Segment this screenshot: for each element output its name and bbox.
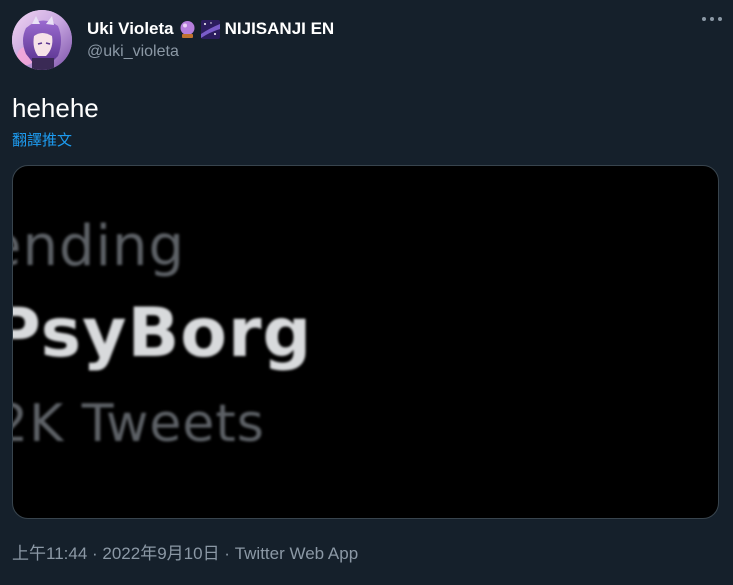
translate-tweet-link[interactable]: 翻譯推文 (12, 131, 72, 150)
author-handle[interactable]: @uki_violeta (87, 41, 334, 62)
tweet-time[interactable]: 上午11:44 (12, 544, 87, 563)
milky-way-icon (200, 19, 220, 39)
tweet-header: Uki Violeta NIJISANJI EN @uki_violeta (12, 10, 721, 70)
tweet-meta: 上午11:44 · 2022年9月10日 · Twitter Web App (12, 543, 358, 565)
media-text-line-1: ending (13, 214, 186, 279)
avatar-image (12, 10, 72, 70)
affiliation: NIJISANJI EN (224, 19, 335, 38)
author-names: Uki Violeta NIJISANJI EN @uki_violeta (87, 10, 334, 70)
more-horizontal-icon (702, 17, 722, 21)
crystal-ball-icon (178, 20, 197, 39)
meta-separator: · (219, 544, 235, 563)
avatar[interactable] (12, 10, 72, 70)
tweet-card: Uki Violeta NIJISANJI EN @uki_violeta he… (0, 0, 733, 585)
tweet-date[interactable]: 2022年9月10日 (102, 544, 219, 563)
meta-separator: · (87, 544, 103, 563)
tweet-text: hehehe (12, 93, 99, 123)
more-options-button[interactable] (695, 6, 729, 32)
media-text-line-2: PsyBorg (12, 294, 313, 373)
display-name-row[interactable]: Uki Violeta NIJISANJI EN (87, 18, 334, 40)
tweet-media-image[interactable]: ending PsyBorg 2K Tweets (12, 165, 719, 519)
display-name: Uki Violeta (87, 19, 174, 38)
tweet-source[interactable]: Twitter Web App (235, 544, 358, 563)
media-text-line-3: 2K Tweets (12, 394, 265, 454)
